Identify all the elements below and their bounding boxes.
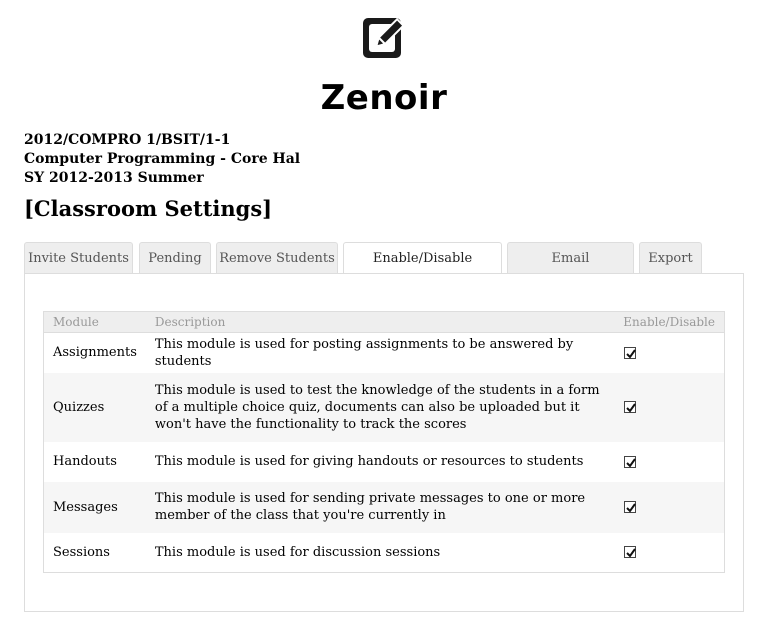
module-name: Messages <box>43 481 146 533</box>
module-enable-checkbox[interactable] <box>624 401 637 413</box>
brand-name: Zenoir <box>320 78 448 118</box>
table-header-row: Module Description Enable/Disable <box>43 311 725 333</box>
modules-table: Module Description Enable/Disable Assign… <box>43 311 725 573</box>
module-enable-checkbox[interactable] <box>624 501 637 513</box>
edit-note-icon <box>362 16 406 60</box>
page-title: [Classroom Settings] <box>24 196 273 221</box>
module-description: This module is used for sending private … <box>145 481 615 533</box>
class-subject: Computer Programming - Core Hal <box>24 151 301 167</box>
tab-remove-students[interactable]: Remove Students <box>216 242 338 273</box>
module-toggle-cell <box>614 333 724 373</box>
class-term: SY 2012-2013 Summer <box>24 170 204 186</box>
column-header-module: Module <box>43 311 146 333</box>
module-name: Handouts <box>53 454 117 469</box>
table-row: Handouts This module is used for giving … <box>44 442 725 482</box>
logo <box>0 16 768 64</box>
module-name: Assignments <box>53 345 137 361</box>
tab-export[interactable]: Export <box>639 242 702 273</box>
module-description: This module is used for posting assignme… <box>154 336 574 369</box>
table-row: Messages This module is used for sending… <box>43 481 725 533</box>
module-description: This module is used for discussion sessi… <box>154 544 441 560</box>
module-name: Sessions <box>53 544 110 560</box>
module-enable-checkbox[interactable] <box>624 346 637 359</box>
column-header-toggle: Enable/Disable <box>614 311 725 333</box>
module-toggle-cell <box>614 442 724 482</box>
tab-enable-disable-modules[interactable]: Enable/Disable Modules <box>343 242 502 297</box>
module-description: This module is used for giving handouts … <box>154 454 584 469</box>
table-row: Sessions This module is used for discuss… <box>44 533 725 573</box>
column-header-description: Description <box>145 311 615 333</box>
module-description: This module is used to test the knowledg… <box>145 372 615 442</box>
tab-pending[interactable]: Pending <box>139 242 211 273</box>
class-info: 2012/COMPRO 1/BSIT/1-1 Computer Programm… <box>24 131 300 188</box>
class-code: 2012/COMPRO 1/BSIT/1-1 <box>24 132 231 148</box>
module-enable-checkbox[interactable] <box>624 455 637 468</box>
module-toggle-cell <box>614 481 725 533</box>
tab-email-notifications[interactable]: Email Notifications <box>507 242 634 297</box>
module-toggle-cell <box>614 533 724 573</box>
table-row: Quizzes This module is used to test the … <box>43 372 725 442</box>
module-toggle-cell <box>614 372 725 442</box>
module-enable-checkbox[interactable] <box>624 546 637 559</box>
tab-invite-students[interactable]: Invite Students <box>24 242 133 273</box>
module-name: Quizzes <box>43 372 146 442</box>
table-row: Assignments This module is used for post… <box>44 333 725 373</box>
